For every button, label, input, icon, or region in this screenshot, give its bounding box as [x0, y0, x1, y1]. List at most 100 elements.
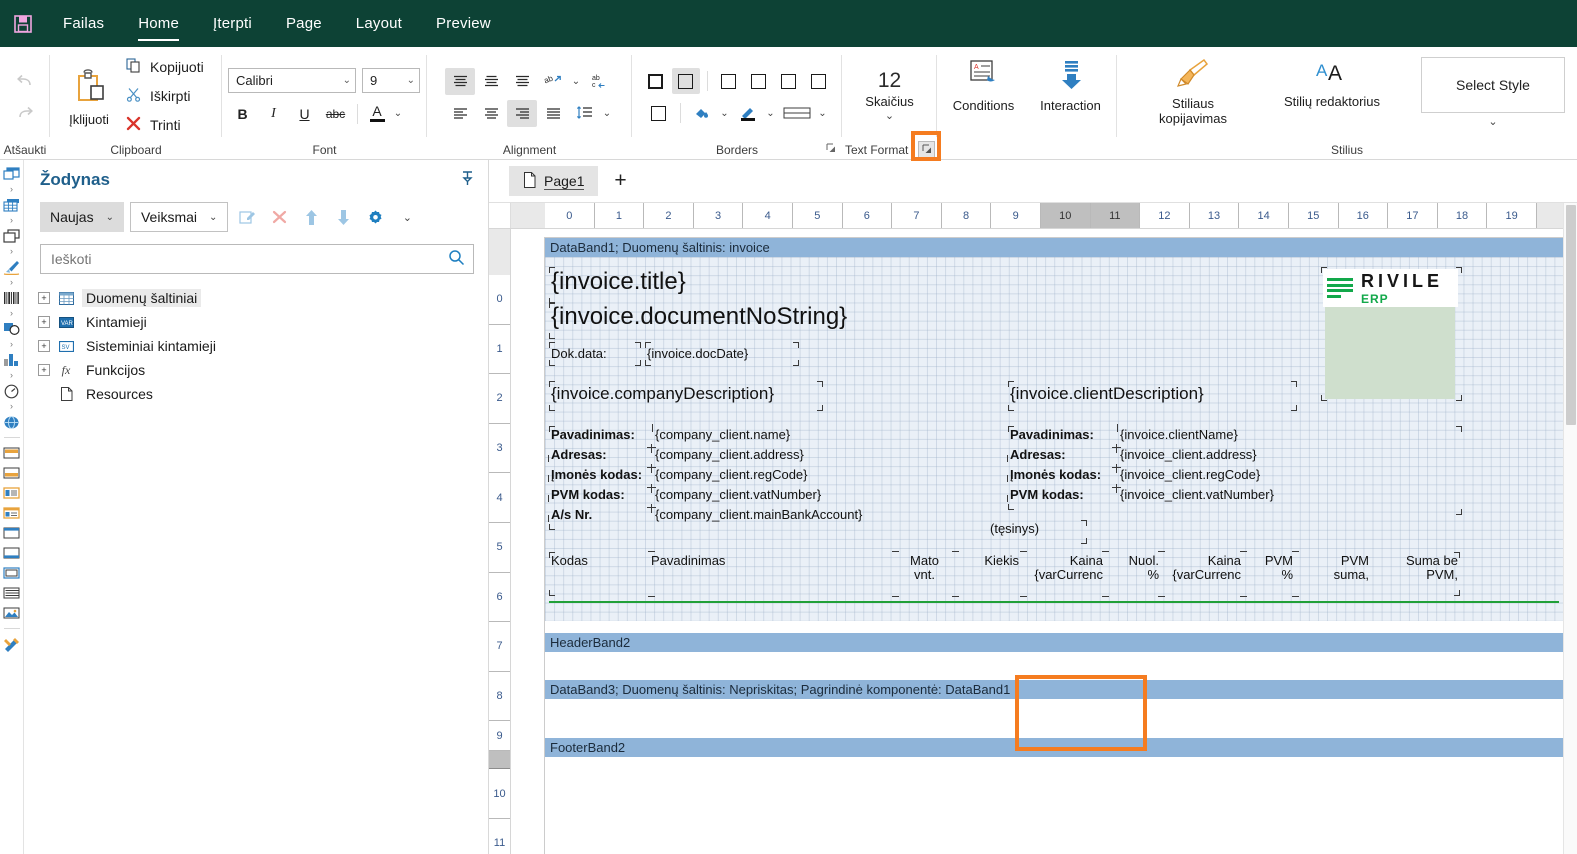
client-field-label-1[interactable]: Adresas:	[1010, 448, 1115, 468]
chevron-down-icon[interactable]: ⌄	[394, 204, 420, 230]
border-left-icon[interactable]	[715, 68, 743, 94]
border-right-icon[interactable]	[775, 68, 803, 94]
vruler-handle[interactable]	[489, 751, 510, 769]
new-button[interactable]: Naujas ⌄	[40, 202, 124, 232]
expand-plus-icon[interactable]: +	[38, 364, 50, 376]
report-object-document-no[interactable]: {invoice.documentNoString}	[551, 304, 951, 337]
gear-settings-icon[interactable]	[362, 204, 388, 230]
company-field-value-0[interactable]: {company_client.name}	[655, 428, 895, 448]
menu-item-page[interactable]: Page	[269, 0, 339, 47]
align-left-icon[interactable]	[445, 100, 475, 127]
add-page-tab-button[interactable]: +	[608, 169, 632, 193]
delete-x-icon[interactable]	[266, 204, 292, 230]
copy-button[interactable]: Kopijuoti	[126, 55, 204, 79]
company-field-label-4[interactable]: A/s Nr.	[551, 508, 649, 528]
select-style-button[interactable]: Select Style	[1421, 57, 1565, 113]
undo-arrow-icon[interactable]	[12, 70, 38, 92]
conditions-button[interactable]: A Conditions	[943, 59, 1024, 113]
tree-item-resources[interactable]: Resources	[38, 382, 488, 406]
select-style-control[interactable]: Select Style ⌄	[1421, 57, 1565, 128]
page-tab-page1[interactable]: Page1	[509, 166, 598, 196]
tools-wrench-icon[interactable]	[2, 634, 22, 654]
chevron-right-icon[interactable]: ›	[10, 339, 13, 350]
company-field-label-3[interactable]: PVM kodas:	[551, 488, 649, 508]
group-header-band-icon[interactable]	[2, 563, 22, 583]
table-header-8[interactable]: PVM suma,	[1297, 554, 1369, 594]
border-box-icon[interactable]	[672, 68, 700, 94]
picture-band-icon[interactable]	[2, 603, 22, 623]
tree-item-kintamieji[interactable]: + VAR Kintamieji	[38, 310, 488, 334]
font-family-select[interactable]: Calibri ⌄	[228, 68, 356, 93]
company-field-label-0[interactable]: Pavadinimas:	[551, 428, 649, 448]
actions-button[interactable]: Veiksmai ⌄	[130, 202, 228, 232]
align-middle-icon[interactable]	[476, 68, 506, 95]
chevron-right-icon[interactable]: ›	[10, 246, 13, 257]
canvas-vertical-scrollbar[interactable]	[1563, 203, 1577, 854]
table-header-5[interactable]: Nuol. %	[1107, 554, 1159, 594]
border-bottom-icon[interactable]	[805, 68, 833, 94]
company-field-value-3[interactable]: {company_client.vatNumber}	[655, 488, 895, 508]
report-object-invoice-title[interactable]: {invoice.title}	[551, 269, 811, 302]
align-justify-icon[interactable]	[538, 100, 568, 127]
fill-color-icon[interactable]	[688, 100, 716, 126]
border-all-icon[interactable]	[642, 68, 670, 94]
design-canvas[interactable]: DataBand1; Duomenų šaltinis: invoice {in…	[511, 229, 1577, 854]
menu-item-home[interactable]: Home	[121, 0, 196, 47]
report-object-client-description[interactable]: {invoice.clientDescription}	[1010, 383, 1295, 409]
client-field-value-0[interactable]: {invoice.clientName}	[1120, 428, 1370, 448]
cut-button[interactable]: Iškirpti	[126, 84, 204, 108]
barcode-icon[interactable]: ›	[2, 288, 22, 319]
report-title-band-icon[interactable]	[2, 443, 22, 463]
interaction-button[interactable]: Interaction	[1030, 59, 1111, 113]
search-input[interactable]	[51, 251, 448, 267]
client-field-value-2[interactable]: {invoice_client.regCode}	[1120, 468, 1370, 488]
band-title-databand3[interactable]: DataBand3; Duomenų šaltinis: Nepriskitas…	[545, 680, 1563, 699]
column-footer-band-icon[interactable]	[2, 523, 22, 543]
pin-icon[interactable]	[461, 171, 474, 190]
client-field-label-3[interactable]: PVM kodas:	[1010, 488, 1115, 508]
vertical-ruler[interactable]: 0 1 2 3 4 5 6 7 8 9 10 11	[489, 229, 511, 854]
chevron-down-icon[interactable]: ⌄	[1488, 115, 1497, 128]
border-none-icon[interactable]	[645, 100, 673, 126]
align-center-icon[interactable]	[476, 100, 506, 127]
border-top-icon[interactable]	[745, 68, 773, 94]
border-color-caret[interactable]: ⌄	[764, 108, 778, 119]
gauge-icon[interactable]: ›	[2, 381, 22, 412]
column-header-band-icon[interactable]	[2, 503, 22, 523]
band-body-databand1[interactable]: {invoice.title} {invoice.documentNoStrin…	[545, 257, 1563, 621]
report-object-continuation[interactable]: (tęsinys)	[990, 522, 1085, 542]
paste-button[interactable]: Įklijuoti	[56, 51, 122, 141]
chevron-right-icon[interactable]: ›	[10, 308, 13, 319]
border-style-caret[interactable]: ⌄	[816, 108, 830, 119]
align-top-icon[interactable]	[445, 68, 475, 95]
border-style-icon[interactable]	[780, 100, 814, 126]
data-grid-icon[interactable]: ›	[2, 195, 22, 226]
company-field-value-2[interactable]: {company_client.regCode}	[655, 468, 895, 488]
expand-plus-icon[interactable]: +	[38, 292, 50, 304]
text-format-dialog-launcher-icon[interactable]	[918, 141, 935, 158]
pages-icon[interactable]: ›	[2, 226, 22, 257]
band-title-databand1[interactable]: DataBand1; Duomenų šaltinis: invoice	[545, 238, 1563, 257]
bold-button[interactable]: B	[228, 101, 257, 127]
align-right-icon[interactable]	[507, 100, 537, 127]
chevron-down-icon[interactable]: ⌄	[885, 109, 894, 123]
move-up-arrow-icon[interactable]	[298, 204, 324, 230]
magnifier-search-icon[interactable]	[448, 249, 465, 269]
menu-item-preview[interactable]: Preview	[419, 0, 508, 47]
report-object-doc-date-label[interactable]: Dok.data:	[551, 344, 639, 364]
report-page[interactable]: DataBand1; Duomenų šaltinis: invoice {in…	[544, 237, 1564, 854]
menu-item-layout[interactable]: Layout	[339, 0, 419, 47]
rotation-dropdown-caret[interactable]: ⌄	[569, 76, 583, 87]
report-summary-band-icon[interactable]	[2, 463, 22, 483]
edit-pencil-icon[interactable]	[234, 204, 260, 230]
move-down-arrow-icon[interactable]	[330, 204, 356, 230]
table-header-3[interactable]: Kiekis	[957, 554, 1019, 594]
client-field-value-1[interactable]: {invoice_client.address}	[1120, 448, 1370, 468]
chevron-right-icon[interactable]: ›	[10, 370, 13, 381]
client-field-value-3[interactable]: {invoice_client.vatNumber}	[1120, 488, 1370, 508]
search-box[interactable]	[40, 244, 474, 274]
italic-button[interactable]: I	[259, 101, 288, 127]
expand-plus-icon[interactable]: +	[38, 316, 50, 328]
align-bottom-icon[interactable]	[507, 68, 537, 95]
delete-button[interactable]: Trinti	[126, 113, 204, 137]
